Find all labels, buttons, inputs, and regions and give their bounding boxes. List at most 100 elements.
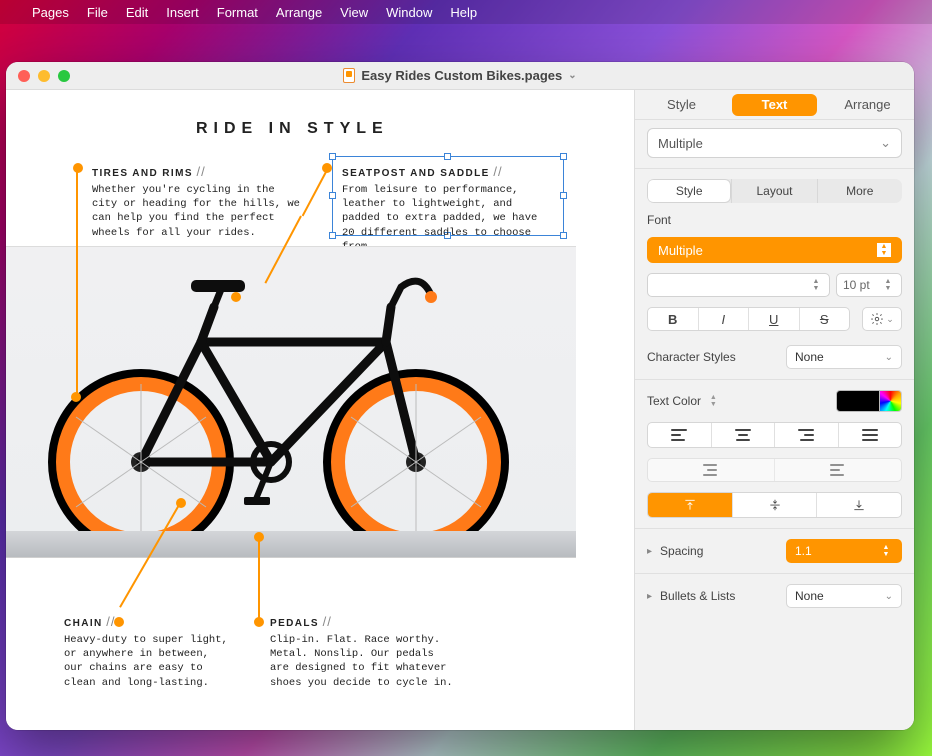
- bullets-value: None: [795, 589, 824, 603]
- menubar: Pages File Edit Insert Format Arrange Vi…: [0, 0, 932, 24]
- align-justify-button[interactable]: [838, 423, 902, 447]
- advanced-options-button[interactable]: ⌄: [862, 307, 902, 331]
- callout-seatpost[interactable]: SEATPOST AND SADDLE // From leisure to p…: [342, 164, 556, 254]
- resize-handle[interactable]: [329, 192, 336, 199]
- subtab-layout[interactable]: Layout: [731, 179, 816, 203]
- paragraph-style-select[interactable]: Multiple ⌄: [647, 128, 902, 158]
- menu-window[interactable]: Window: [386, 5, 432, 20]
- menu-app[interactable]: Pages: [32, 5, 69, 20]
- bullets-label: Bullets & Lists: [660, 589, 778, 603]
- subtab-more[interactable]: More: [817, 179, 902, 203]
- text-color-label: Text Color ▲▼: [647, 394, 720, 409]
- menu-edit[interactable]: Edit: [126, 5, 148, 20]
- stepper-icon: ▲▼: [879, 544, 893, 558]
- resize-handle[interactable]: [560, 232, 567, 239]
- bold-button[interactable]: B: [648, 308, 698, 330]
- format-inspector: Style Text Arrange Multiple ⌄ Style Layo…: [634, 90, 914, 730]
- text-style-buttons: B I U S: [647, 307, 850, 331]
- subtab-style[interactable]: Style: [647, 179, 731, 203]
- callout-pedals[interactable]: PEDALS // Clip-in. Flat. Race worthy. Me…: [270, 614, 455, 690]
- resize-handle[interactable]: [444, 153, 451, 160]
- window-titlebar[interactable]: Easy Rides Custom Bikes.pages ⌄: [6, 62, 914, 90]
- callout-body: Whether you're cycling in the city or he…: [92, 183, 302, 240]
- resize-handle[interactable]: [329, 153, 336, 160]
- chevron-down-icon: ⌄: [885, 591, 893, 602]
- resize-handle[interactable]: [329, 232, 336, 239]
- resize-handle[interactable]: [560, 153, 567, 160]
- font-section-label: Font: [647, 213, 902, 227]
- spacing-label: Spacing: [660, 544, 778, 558]
- callout-dot: [176, 498, 186, 508]
- callout-dot: [73, 163, 83, 173]
- document-title[interactable]: Easy Rides Custom Bikes.pages ⌄: [343, 68, 576, 83]
- callout-tires[interactable]: TIRES AND RIMS // Whether you're cycling…: [92, 164, 302, 240]
- paragraph-style-value: Multiple: [658, 136, 703, 151]
- disclosure-icon[interactable]: ▸: [647, 591, 652, 602]
- increase-indent-button[interactable]: [774, 459, 901, 481]
- character-styles-label: Character Styles: [647, 350, 736, 364]
- callout-head: TIRES AND RIMS //: [92, 164, 302, 179]
- traffic-lights: [18, 70, 70, 82]
- text-subtabs: Style Layout More: [647, 179, 902, 203]
- vertical-align-buttons: [647, 492, 902, 518]
- close-window-button[interactable]: [18, 70, 30, 82]
- fullscreen-window-button[interactable]: [58, 70, 70, 82]
- callout-body: Clip-in. Flat. Race worthy. Metal. Nonsl…: [270, 633, 455, 690]
- callout-body: From leisure to performance, leather to …: [342, 183, 556, 254]
- minimize-window-button[interactable]: [38, 70, 50, 82]
- disclosure-icon[interactable]: ▸: [647, 546, 652, 557]
- bicycle-illustration: [6, 247, 576, 559]
- stepper-icon: ▲▼: [809, 278, 823, 292]
- strikethrough-button[interactable]: S: [799, 308, 850, 330]
- font-family-select[interactable]: Multiple ▲▼: [647, 237, 902, 263]
- menu-arrange[interactable]: Arrange: [276, 5, 322, 20]
- horizontal-align-buttons: [647, 422, 902, 448]
- menu-file[interactable]: File: [87, 5, 108, 20]
- tab-arrange[interactable]: Arrange: [825, 94, 910, 116]
- stepper-icon: ▲▼: [881, 278, 895, 292]
- character-styles-value: None: [795, 350, 824, 364]
- gear-icon: [870, 312, 884, 326]
- valign-top-button[interactable]: [648, 493, 732, 517]
- menu-insert[interactable]: Insert: [166, 5, 199, 20]
- callout-dot: [254, 532, 264, 542]
- callout-leader: [76, 168, 78, 396]
- font-style-select[interactable]: ▲▼: [647, 273, 830, 297]
- document-title-chevron-icon: ⌄: [568, 70, 576, 81]
- callout-leader: [302, 170, 328, 217]
- callout-dot: [231, 292, 241, 302]
- text-color-swatch[interactable]: [836, 390, 880, 412]
- menu-view[interactable]: View: [340, 5, 368, 20]
- character-styles-select[interactable]: None ⌄: [786, 345, 902, 369]
- stepper-icon: ▲▼: [877, 243, 891, 257]
- inspector-tabs: Style Text Arrange: [635, 90, 914, 120]
- chevron-down-icon: ⌄: [880, 135, 891, 151]
- document-canvas[interactable]: RIDE IN STYLE TIRES AND RIMS // Whether …: [6, 90, 634, 730]
- resize-handle[interactable]: [560, 192, 567, 199]
- valign-bottom-button[interactable]: [816, 493, 901, 517]
- spacing-select[interactable]: 1.1 ▲▼: [786, 539, 902, 563]
- valign-middle-button[interactable]: [732, 493, 817, 517]
- tab-style[interactable]: Style: [639, 94, 724, 116]
- underline-button[interactable]: U: [748, 308, 799, 330]
- font-size-field[interactable]: 10 pt ▲▼: [836, 273, 902, 297]
- align-center-button[interactable]: [711, 423, 775, 447]
- align-left-button[interactable]: [648, 423, 711, 447]
- bullets-select[interactable]: None ⌄: [786, 584, 902, 608]
- color-picker-button[interactable]: [880, 390, 902, 412]
- callout-head: SEATPOST AND SADDLE //: [342, 164, 556, 179]
- menu-format[interactable]: Format: [217, 5, 258, 20]
- page-image[interactable]: [6, 246, 576, 558]
- align-top-icon: [683, 498, 697, 512]
- decrease-indent-button[interactable]: [648, 459, 774, 481]
- spacing-value: 1.1: [795, 544, 812, 558]
- tab-text[interactable]: Text: [732, 94, 817, 116]
- menu-help[interactable]: Help: [450, 5, 477, 20]
- callout-body: Heavy-duty to super light, or anywhere i…: [64, 633, 229, 690]
- callout-dot: [71, 392, 81, 402]
- align-right-button[interactable]: [774, 423, 838, 447]
- italic-button[interactable]: I: [698, 308, 749, 330]
- page-heading: RIDE IN STYLE: [196, 120, 389, 138]
- font-size-value: 10 pt: [843, 278, 870, 292]
- callout-chain[interactable]: CHAIN // Heavy-duty to super light, or a…: [64, 614, 229, 690]
